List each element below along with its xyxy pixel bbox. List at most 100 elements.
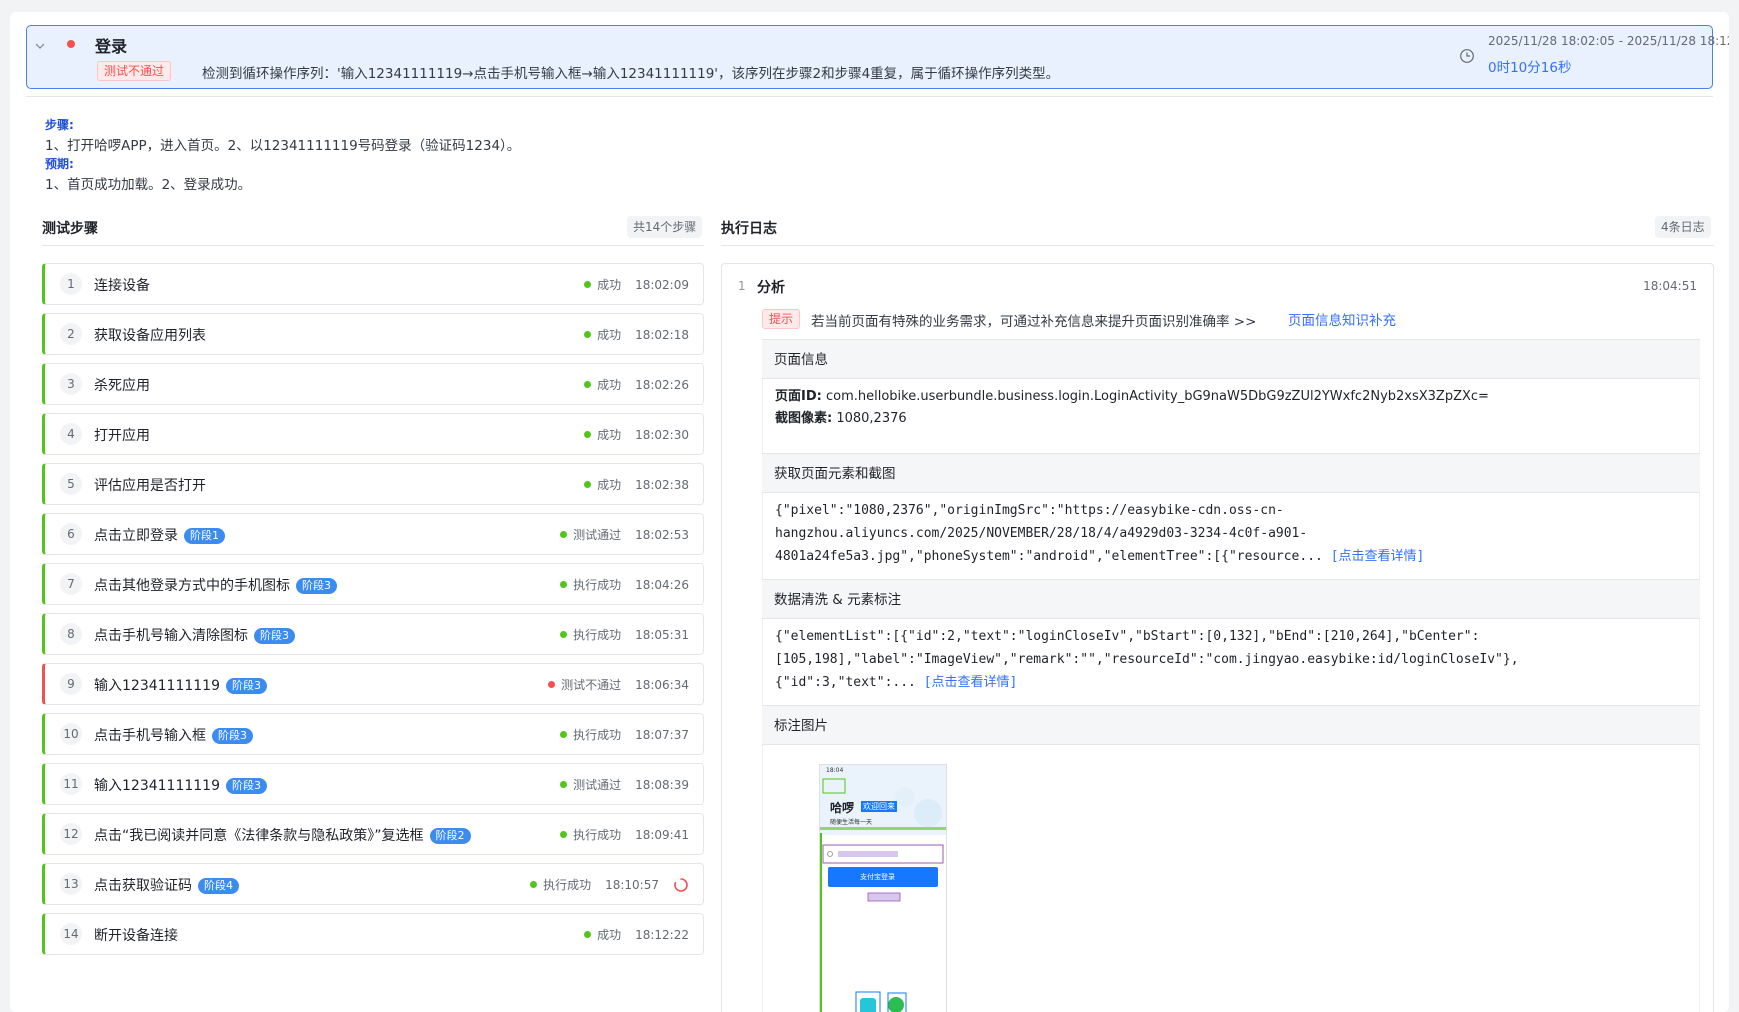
stage-badge: 阶段3 xyxy=(225,678,267,694)
status-dot xyxy=(560,631,568,638)
step-row[interactable]: 6 点击立即登录 阶段1 测试通过 18:02:53 xyxy=(42,513,704,555)
step-row[interactable]: 2 获取设备应用列表 成功 18:02:18 xyxy=(42,313,704,355)
status-dot xyxy=(548,681,556,688)
step-time: 18:04:26 xyxy=(635,577,689,592)
step-status: 执行成功 18:07:37 xyxy=(560,726,689,743)
step-name: 杀死应用 xyxy=(94,378,150,394)
status-dot xyxy=(530,881,538,888)
step-status-text: 成功 xyxy=(597,278,622,292)
step-name: 断开设备连接 xyxy=(94,928,178,944)
elements-block: 获取页面元素和截图 {"pixel":"1080,2376","originIm… xyxy=(762,453,1700,579)
step-name: 点击其他登录方式中的手机图标 阶段3 xyxy=(94,575,337,595)
page: 登录 测试不通过 检测到循环操作序列：'输入12341111119→点击手机号输… xyxy=(10,12,1729,1012)
step-row[interactable]: 11 输入12341111119 阶段3 测试通过 18:08:39 xyxy=(42,763,704,805)
step-status: 执行成功 18:04:26 xyxy=(560,576,689,593)
step-name: 获取设备应用列表 xyxy=(94,328,206,344)
chevron-down-icon[interactable] xyxy=(33,39,47,53)
status-dot xyxy=(584,931,592,938)
step-row[interactable]: 8 点击手机号输入清除图标 阶段3 执行成功 18:05:31 xyxy=(42,613,704,655)
step-row[interactable]: 4 打开应用 成功 18:02:30 xyxy=(42,413,704,455)
status-badge: 测试不通过 xyxy=(97,61,172,81)
step-status: 成功 18:02:30 xyxy=(584,426,689,443)
phone-brand: 哈啰 xyxy=(830,801,855,815)
step-name: 点击手机号输入框 阶段3 xyxy=(94,725,253,745)
step-row[interactable]: 5 评估应用是否打开 成功 18:02:38 xyxy=(42,463,704,505)
step-name: 点击获取验证码 阶段4 xyxy=(94,875,239,895)
pixel-label: 截图像素: xyxy=(775,411,833,426)
step-time: 18:02:30 xyxy=(635,427,689,442)
step-status-text: 成功 xyxy=(597,378,622,392)
step-number: 9 xyxy=(60,673,82,695)
step-number: 6 xyxy=(60,523,82,545)
step-number: 3 xyxy=(60,373,82,395)
step-status-text: 执行成功 xyxy=(573,578,622,592)
step-row[interactable]: 7 点击其他登录方式中的手机图标 阶段3 执行成功 18:04:26 xyxy=(42,563,704,605)
step-row[interactable]: 12 点击“我已阅读并同意《法律条款与隐私政策》”复选框 阶段2 执行成功 18:09:… xyxy=(42,813,704,855)
step-status-text: 成功 xyxy=(597,428,622,442)
cleaning-line: [105,198],"label":"ImageView","remark":"… xyxy=(775,652,1519,667)
stage-badge: 阶段3 xyxy=(296,578,337,594)
test-case-header[interactable]: 登录 测试不通过 检测到循环操作序列：'输入12341111119→点击手机号输… xyxy=(26,25,1729,89)
status-dot xyxy=(560,831,568,838)
steps-count-badge: 共14个步骤 xyxy=(627,216,703,238)
pixel-value: 1080,2376 xyxy=(836,411,907,426)
step-number: 2 xyxy=(60,323,82,345)
duration: 0时10分16秒 xyxy=(1488,60,1572,76)
stage-badge: 阶段4 xyxy=(198,878,239,894)
cleaning-line: {"elementList":[{"id":2,"text":"loginClo… xyxy=(775,629,1480,644)
step-time: 18:02:38 xyxy=(635,477,689,492)
step-name: 点击手机号输入清除图标 阶段3 xyxy=(94,625,295,645)
step-name: 连接设备 xyxy=(94,278,150,294)
step-row[interactable]: 9 输入12341111119 阶段3 测试不通过 18:06:34 xyxy=(42,663,704,705)
step-number: 13 xyxy=(60,873,82,895)
view-details-link[interactable]: [点击查看详情] xyxy=(1331,549,1425,564)
step-status: 成功 18:12:22 xyxy=(584,926,689,943)
stage-badge: 阶段2 xyxy=(429,828,471,844)
step-row[interactable]: 3 杀死应用 成功 18:02:26 xyxy=(42,363,704,405)
step-row[interactable]: 13 点击获取验证码 阶段4 执行成功 18:10:57 xyxy=(42,863,704,905)
expect-text: 1、首页成功加载。2、登录成功。 xyxy=(45,177,252,193)
step-status: 执行成功 18:09:41 xyxy=(560,826,689,843)
step-status: 测试不通过 18:06:34 xyxy=(548,676,689,693)
step-number: 5 xyxy=(60,473,82,495)
step-time: 18:06:34 xyxy=(635,677,689,692)
phone-welcome: 欢迎回来 xyxy=(861,801,897,812)
stage-badge: 阶段3 xyxy=(254,628,295,644)
status-dot xyxy=(584,481,592,488)
tip-text: 若当前页面有特殊的业务需求，可通过补充信息来提升页面识别准确率 >> xyxy=(811,314,1257,330)
step-status-text: 执行成功 xyxy=(543,878,592,892)
annotated-screenshot[interactable]: 18:04 哈啰 欢迎回来 随便生活每一天 支付宝登录 xyxy=(819,764,947,1012)
annotated-image-title: 标注图片 xyxy=(762,705,1700,745)
status-dot xyxy=(560,731,568,738)
knowledge-link[interactable]: 页面信息知识补充 xyxy=(1288,309,1396,329)
cleaning-title: 数据清洗 & 元素标注 xyxy=(762,579,1700,619)
step-status-text: 成功 xyxy=(597,328,622,342)
step-list: 1 连接设备 成功 18:02:09 2 获取设备应用列表 成功 18:02:18 3 杀死应用成… xyxy=(42,263,704,963)
step-row[interactable]: 14 断开设备连接 成功 18:12:22 xyxy=(42,913,704,955)
step-time: 18:08:39 xyxy=(635,777,689,792)
step-time: 18:12:22 xyxy=(635,927,689,942)
step-number: 11 xyxy=(60,773,82,795)
step-status-text: 成功 xyxy=(597,928,622,942)
cleaning-block: 数据清洗 & 元素标注 {"elementList":[{"id":2,"tex… xyxy=(762,579,1700,705)
clock-icon xyxy=(1460,49,1474,63)
step-status-text: 执行成功 xyxy=(573,728,622,742)
step-status-text: 执行成功 xyxy=(573,628,622,642)
step-status-text: 测试通过 xyxy=(573,528,622,542)
step-status: 成功 18:02:26 xyxy=(584,376,689,393)
step-row[interactable]: 1 连接设备 成功 18:02:09 xyxy=(42,263,704,305)
cleaning-line: {"id":3,"text":... xyxy=(775,675,916,690)
status-dot xyxy=(67,40,75,48)
log-title: 分析 xyxy=(757,280,785,296)
step-number: 4 xyxy=(60,423,82,445)
page-id-label: 页面ID: xyxy=(775,389,822,404)
step-status-text: 执行成功 xyxy=(573,828,622,842)
step-number: 8 xyxy=(60,623,82,645)
step-name: 输入12341111119 阶段3 xyxy=(94,775,267,795)
step-status: 成功 18:02:18 xyxy=(584,326,689,343)
status-dot xyxy=(584,431,592,438)
view-details-link[interactable]: [点击查看详情] xyxy=(924,675,1018,690)
step-row[interactable]: 10 点击手机号输入框 阶段3 执行成功 18:07:37 xyxy=(42,713,704,755)
divider xyxy=(721,245,1714,246)
steps-section-title: 测试步骤 xyxy=(42,221,98,237)
